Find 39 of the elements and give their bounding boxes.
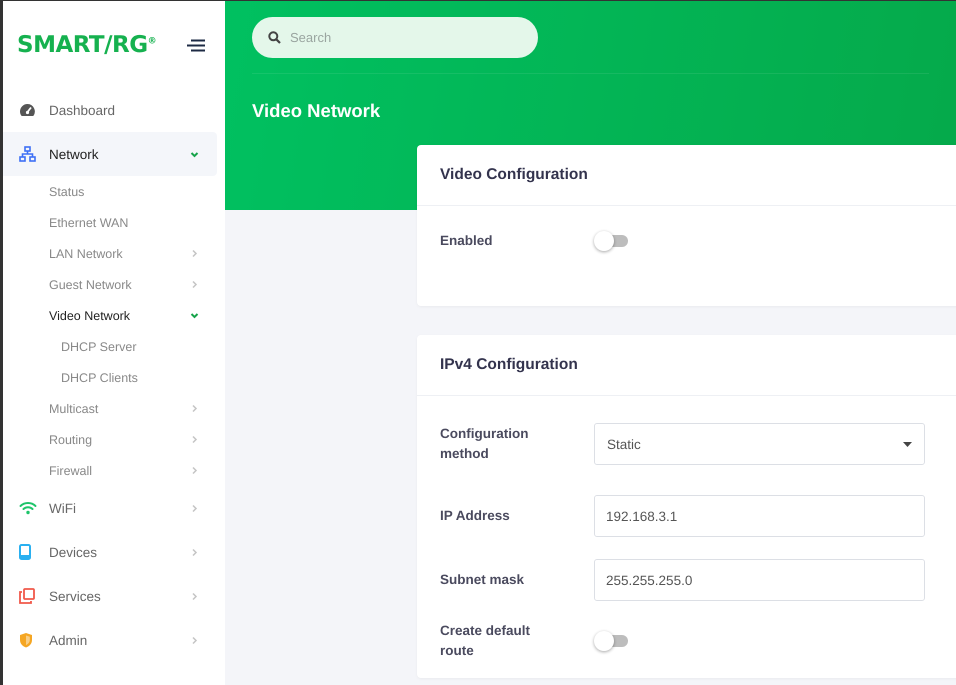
nav-item[interactable]: Status <box>3 176 217 207</box>
toggle-switch[interactable] <box>594 231 628 251</box>
network-icon <box>19 146 36 162</box>
toggle-switch[interactable] <box>594 631 628 651</box>
text-field[interactable]: 192.168.3.1 <box>594 495 925 537</box>
card-title: IPv4 Configuration <box>417 335 956 396</box>
nav-item[interactable]: Network <box>3 132 217 176</box>
field-label: IP Address <box>440 507 511 525</box>
shield-icon <box>19 632 33 648</box>
nav-item[interactable]: Devices <box>3 530 217 574</box>
nav-item[interactable]: WiFi <box>3 486 217 530</box>
dropdown[interactable]: Static <box>594 423 925 465</box>
field-label: Create default route <box>440 622 532 660</box>
menu-icon[interactable] <box>187 38 205 52</box>
nav-item[interactable]: Ethernet WAN <box>3 207 217 238</box>
nav-item[interactable]: Dashboard <box>3 88 217 132</box>
nav-item[interactable]: Multicast <box>3 393 217 424</box>
wifi-icon <box>19 501 37 515</box>
text-field[interactable]: 255.255.255.0 <box>594 559 925 601</box>
nav-item[interactable]: LAN Network <box>3 238 217 269</box>
nav-item[interactable]: Guest Network <box>3 269 217 300</box>
nav-item[interactable]: Firewall <box>3 455 217 486</box>
caret-icon <box>903 442 912 446</box>
nav-item[interactable]: DHCP Server <box>3 331 217 362</box>
nav-item[interactable]: Admin <box>3 618 217 662</box>
page-title: Video Network <box>252 100 382 122</box>
phone-icon <box>19 544 31 560</box>
nav-item[interactable]: DHCP Clients <box>3 362 217 393</box>
nav-item[interactable]: Video Network <box>3 300 217 331</box>
logo: SMART/RG$^{®}$ <box>17 32 156 58</box>
field-label: Enabled <box>440 232 494 250</box>
nav-item[interactable]: Routing <box>3 424 217 455</box>
field-label: Subnet mask <box>440 571 526 589</box>
nav-item[interactable]: Services <box>3 574 217 618</box>
field-label: Configuration method <box>440 425 530 463</box>
card-title: Video Configuration <box>417 145 956 206</box>
gauge-icon <box>19 103 36 117</box>
copy-icon <box>19 588 35 604</box>
search-field[interactable]: Search <box>252 17 538 58</box>
